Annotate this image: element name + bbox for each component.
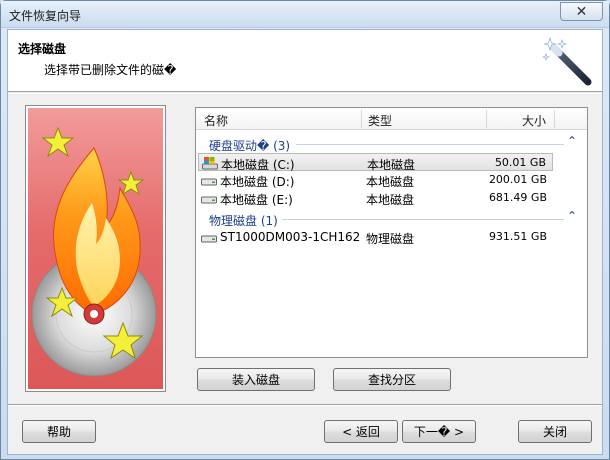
chevron-up-icon[interactable]: ⌃ <box>567 209 577 223</box>
back-button[interactable]: < 返回 <box>324 420 398 443</box>
list-header: 名称 类型 大小 <box>196 108 587 130</box>
page-subtitle: 选择带已删除文件的磁� <box>44 63 177 77</box>
title-bar[interactable]: 文件恢复向导 ✕ <box>1 1 609 28</box>
drive-icon <box>201 178 217 186</box>
group-label: 物理磁盘 (1) <box>209 214 278 228</box>
wizard-client-area: 选择磁盘 选择带已删除文件的磁� 名称 类型 大小 硬盘驱动� (3) ⌃ 本地… <box>7 29 603 455</box>
disk-name: 本地磁盘 (D:) <box>220 175 295 189</box>
column-header-type[interactable]: 类型 <box>368 112 392 129</box>
list-item[interactable]: ST1000DM003-1CH162 物理磁盘 931.51 GB <box>198 228 553 246</box>
column-divider[interactable] <box>554 110 555 128</box>
page-title: 选择磁盘 <box>18 42 67 56</box>
disk-size: 681.49 GB <box>488 191 547 204</box>
chevron-up-icon[interactable]: ⌃ <box>567 134 577 148</box>
list-item[interactable]: 本地磁盘 (E:) 本地磁盘 681.49 GB <box>198 189 553 207</box>
group-header-hard-drives[interactable]: 硬盘驱动� (3) ⌃ <box>196 134 587 153</box>
disk-size: 50.01 GB <box>494 156 546 169</box>
group-separator-line <box>296 144 564 145</box>
disk-type: 物理磁盘 <box>366 232 415 246</box>
mount-disk-button[interactable]: 装入磁盘 <box>197 368 315 391</box>
window-title: 文件恢复向导 <box>9 9 82 23</box>
burning-disc-icon <box>31 126 157 377</box>
group-separator-line <box>282 219 564 220</box>
column-divider[interactable] <box>486 110 487 128</box>
disk-list[interactable]: 名称 类型 大小 硬盘驱动� (3) ⌃ 本地磁盘 (C:) 本地磁盘 50.0… <box>195 107 588 358</box>
close-icon: ✕ <box>575 3 588 20</box>
drive-icon <box>201 235 217 243</box>
footer-divider <box>8 404 602 406</box>
header-separator <box>8 93 602 94</box>
window-close-button[interactable]: ✕ <box>560 2 603 21</box>
system-drive-icon <box>202 157 218 170</box>
wizard-banner <box>25 105 166 392</box>
next-button[interactable]: 下一� > <box>402 420 476 443</box>
column-divider[interactable] <box>361 110 362 128</box>
list-item[interactable]: 本地磁盘 (C:) 本地磁盘 50.01 GB <box>198 153 553 172</box>
disk-type: 本地磁盘 <box>366 193 415 207</box>
disk-name: 本地磁盘 (E:) <box>220 193 293 207</box>
wizard-window: 文件恢复向导 ✕ 选择磁盘 选择带已删除文件的磁� 名称 类型 大小 硬盘驱动�… <box>0 0 610 460</box>
disk-size: 200.01 GB <box>488 173 547 186</box>
wizard-header: 选择磁盘 选择带已删除文件的磁� <box>8 30 602 92</box>
group-label: 硬盘驱动� (3) <box>209 139 291 153</box>
disk-size: 931.51 GB <box>488 230 547 243</box>
banner-artwork <box>28 108 163 389</box>
magic-wand-icon <box>542 36 592 86</box>
disk-name: ST1000DM003-1CH162 <box>220 230 361 244</box>
close-button[interactable]: 关闭 <box>518 420 592 443</box>
disk-type: 本地磁盘 <box>366 175 415 189</box>
help-button[interactable]: 帮助 <box>22 420 96 443</box>
list-item[interactable]: 本地磁盘 (D:) 本地磁盘 200.01 GB <box>198 171 553 189</box>
group-header-physical-disks[interactable]: 物理磁盘 (1) ⌃ <box>196 209 587 228</box>
column-header-name[interactable]: 名称 <box>204 112 228 129</box>
column-header-size[interactable]: 大小 <box>522 112 546 129</box>
find-partition-button[interactable]: 查找分区 <box>333 368 451 391</box>
drive-icon <box>201 196 217 204</box>
